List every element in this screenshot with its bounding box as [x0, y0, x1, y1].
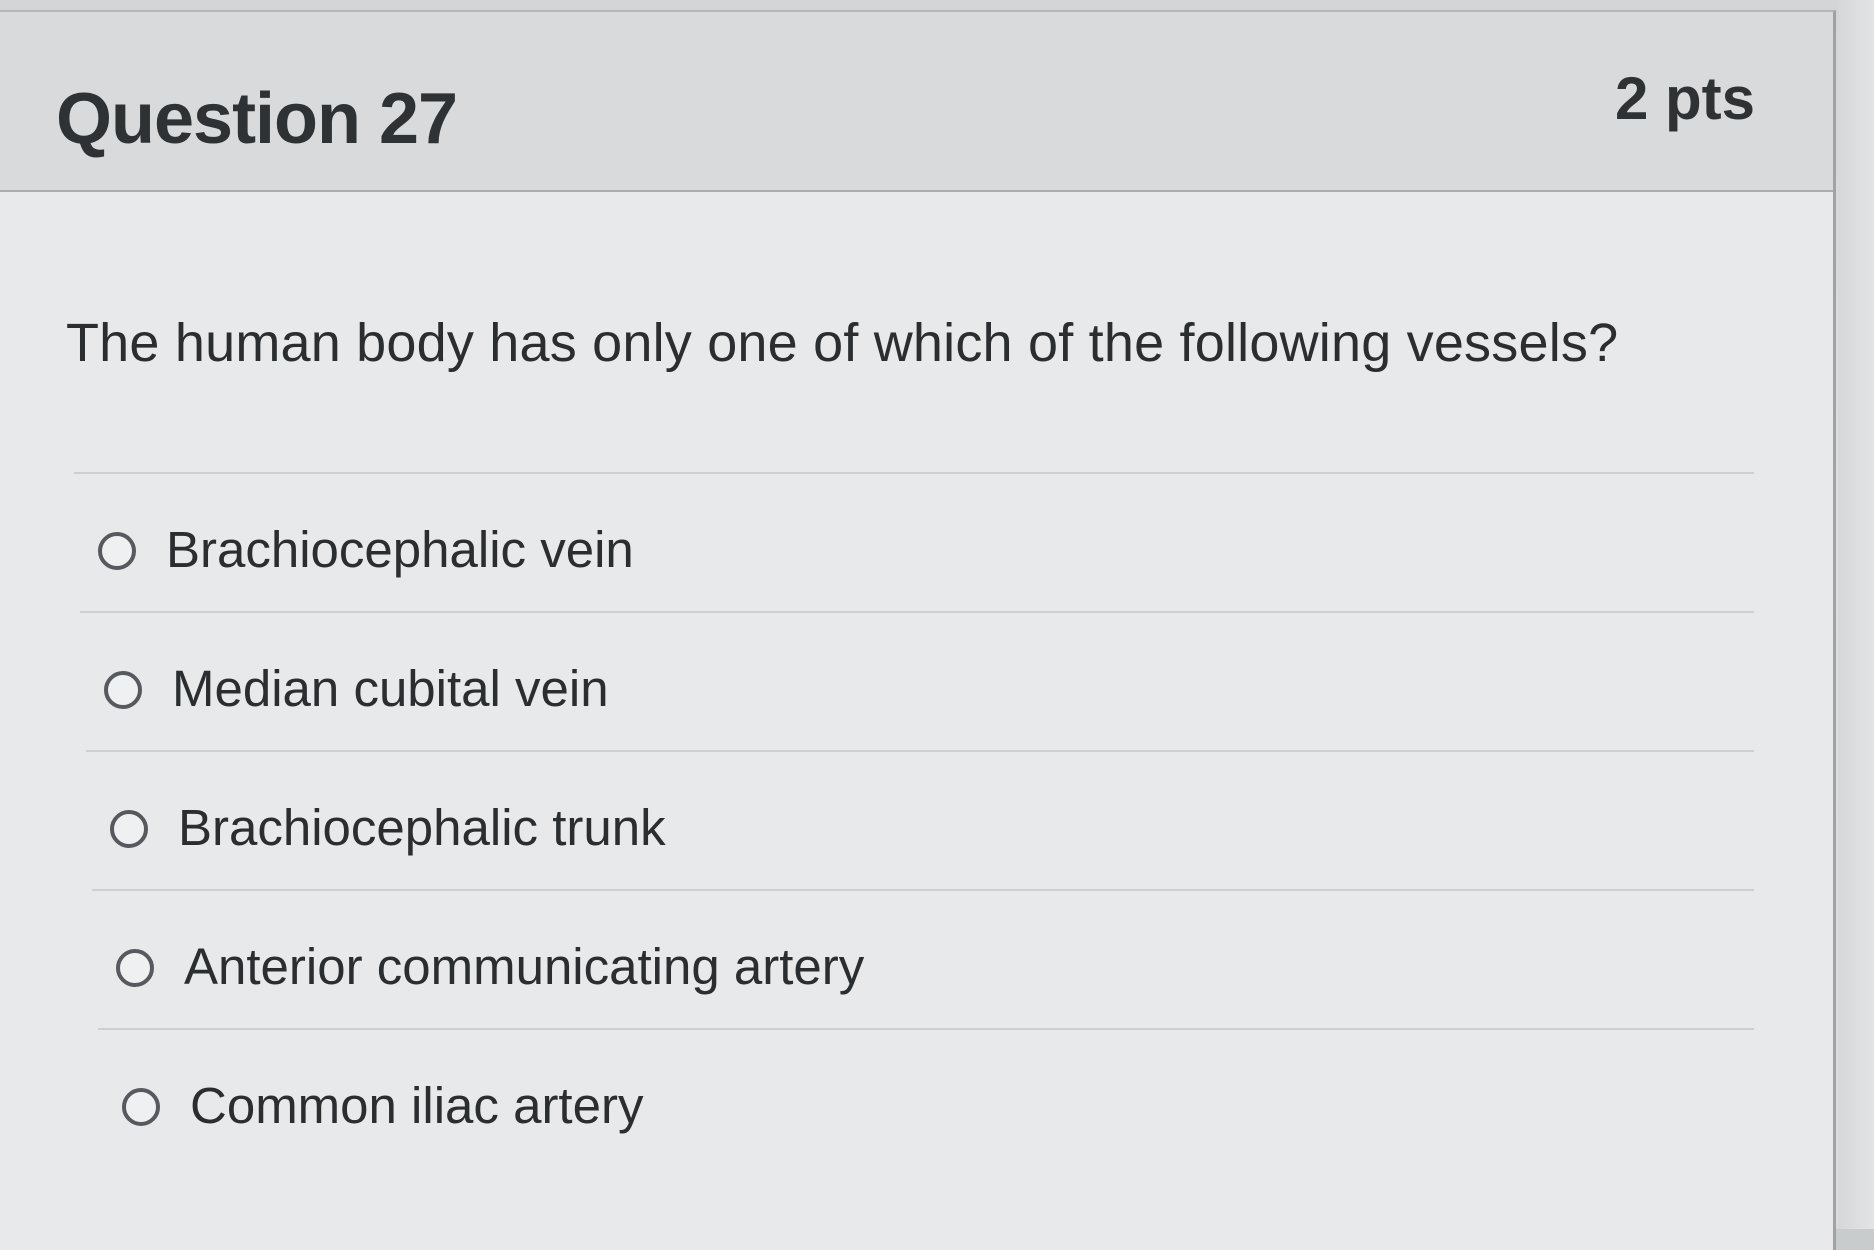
- answer-label[interactable]: Brachiocephalic vein: [166, 520, 634, 579]
- answer-list: Brachiocephalic vein Median cubital vein…: [74, 472, 1754, 1167]
- answer-option-brachiocephalic-trunk[interactable]: Brachiocephalic trunk: [86, 750, 1754, 889]
- page-background: Question 27 2 pts The human body has onl…: [0, 0, 1874, 1250]
- answer-label[interactable]: Brachiocephalic trunk: [178, 798, 666, 857]
- answer-option-anterior-communicating-artery[interactable]: Anterior communicating artery: [92, 889, 1754, 1028]
- radio-button-icon[interactable]: [104, 671, 142, 709]
- question-card: Question 27 2 pts The human body has onl…: [0, 10, 1836, 1250]
- question-text: The human body has only one of which of …: [66, 313, 1619, 373]
- background-edge: [1838, 0, 1874, 1229]
- radio-button-icon[interactable]: [110, 810, 148, 848]
- radio-button-icon[interactable]: [122, 1088, 160, 1126]
- question-header: Question 27 2 pts: [0, 12, 1833, 192]
- radio-button-icon[interactable]: [116, 949, 154, 987]
- answer-label[interactable]: Anterior communicating artery: [184, 937, 864, 996]
- radio-button-icon[interactable]: [98, 532, 136, 570]
- answer-option-common-iliac-artery[interactable]: Common iliac artery: [98, 1028, 1754, 1167]
- answer-label[interactable]: Median cubital vein: [172, 659, 609, 718]
- question-title: Question 27: [56, 79, 458, 159]
- answer-label[interactable]: Common iliac artery: [190, 1076, 643, 1135]
- answer-option-brachiocephalic-vein[interactable]: Brachiocephalic vein: [74, 472, 1754, 611]
- question-points: 2 pts: [1614, 65, 1755, 132]
- answer-option-median-cubital-vein[interactable]: Median cubital vein: [80, 611, 1754, 750]
